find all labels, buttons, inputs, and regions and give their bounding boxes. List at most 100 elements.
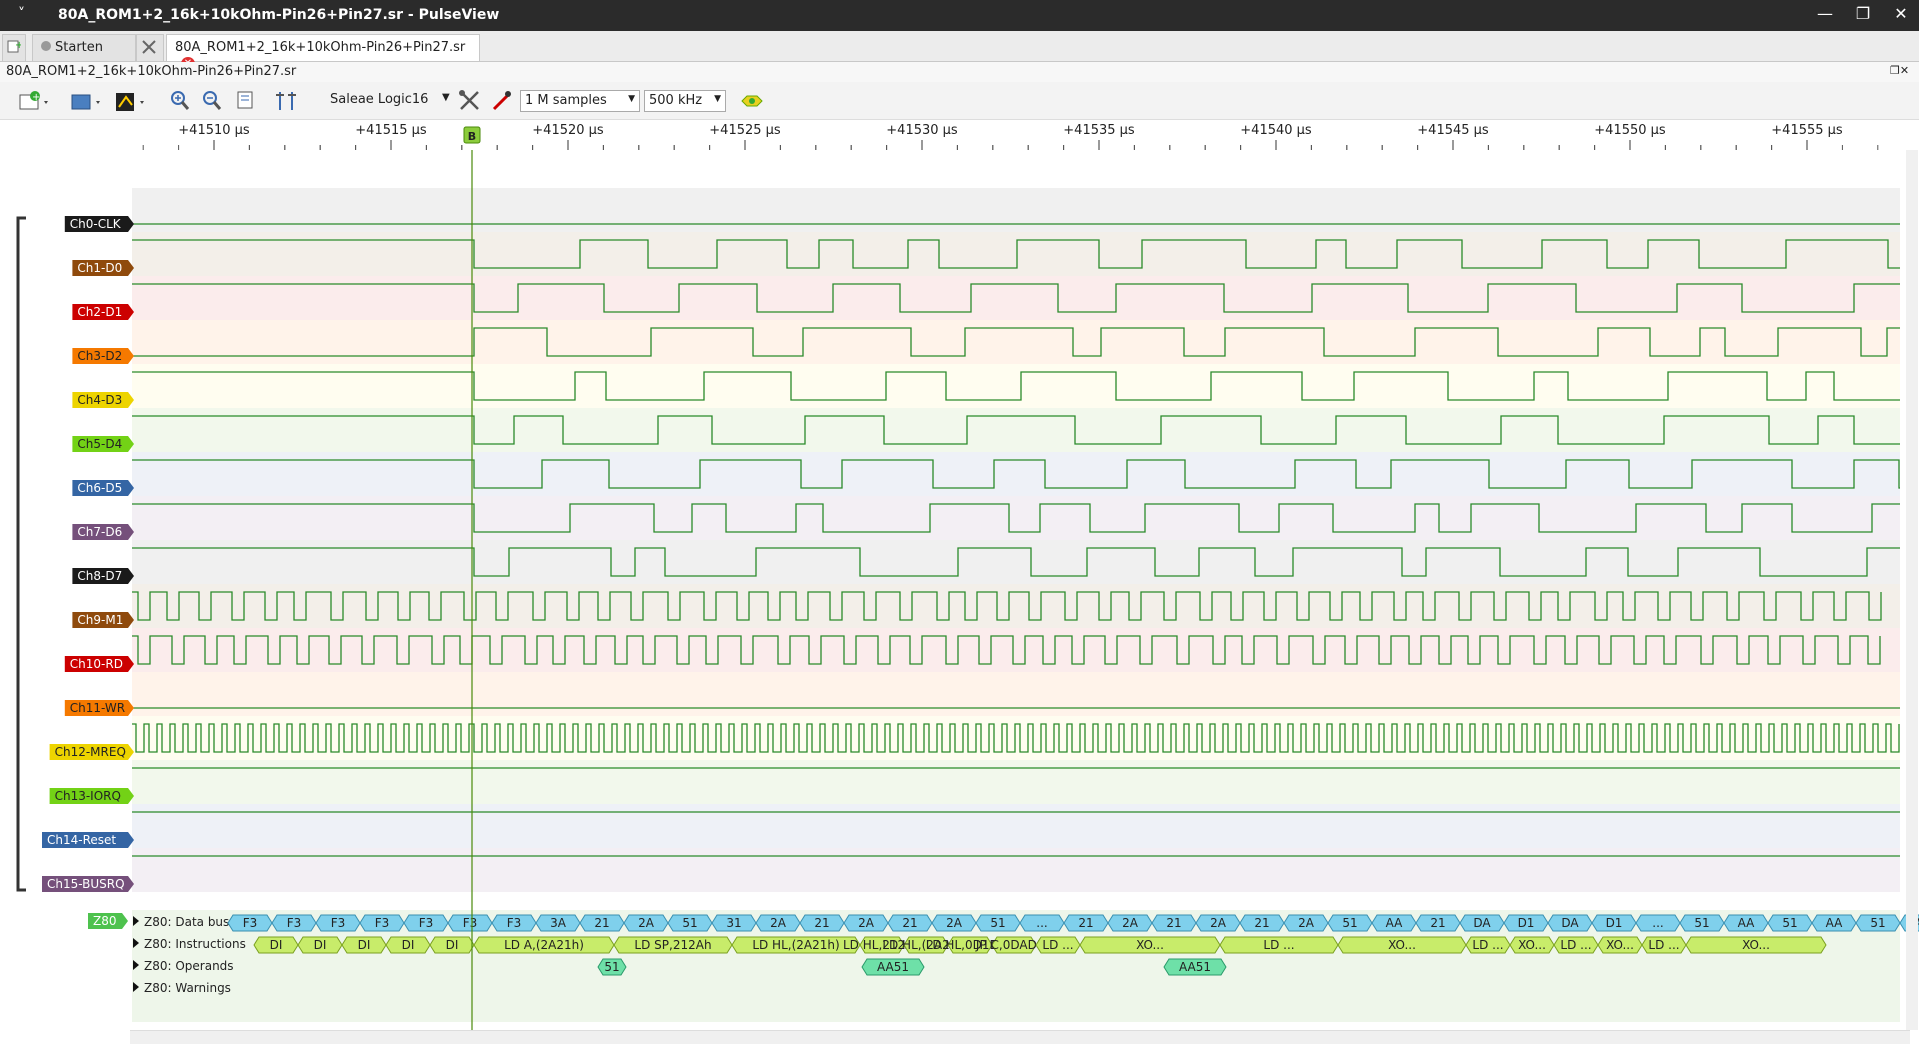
decoder-annotation[interactable]: LD HL,(2A21h)	[731, 936, 861, 954]
decoder-annotation[interactable]: 51	[597, 958, 627, 976]
decoder-annotation[interactable]: F3	[271, 914, 317, 932]
channel-label[interactable]: Ch14-Reset	[42, 832, 134, 848]
device-selector[interactable]: Saleae Logic16	[330, 92, 428, 116]
time-ruler[interactable]: +41510 µs +41515 µs +41520 µs +41525 µs +415…	[0, 120, 1919, 150]
decoder-annotation[interactable]: 21	[1151, 914, 1197, 932]
decoder-annotation[interactable]: 51	[975, 914, 1021, 932]
decoder-annotation[interactable]: XO...	[1509, 936, 1555, 954]
zoom-fit-icon[interactable]	[236, 89, 256, 113]
decoder-annotation[interactable]: F3	[403, 914, 449, 932]
horizontal-scrollbar[interactable]	[130, 1030, 1910, 1044]
new-view-icon[interactable]: +	[18, 89, 52, 113]
decoder-annotation[interactable]: 21	[887, 914, 933, 932]
decoder-annotation[interactable]: 31	[711, 914, 757, 932]
decoder-annotation[interactable]: 21	[1415, 914, 1461, 932]
decoder-annotation[interactable]: DI	[341, 936, 387, 954]
samples-select[interactable]: 1 M samples ▼	[520, 90, 640, 112]
decoder-annotation[interactable]: D1	[1503, 914, 1549, 932]
decoder-annotation[interactable]: DI	[429, 936, 475, 954]
decoder-annotation[interactable]: AA	[1811, 914, 1857, 932]
tools-icon[interactable]	[136, 34, 164, 61]
decoder-annotation[interactable]: 2A	[843, 914, 889, 932]
decoder-annotation[interactable]: LD ...	[1465, 936, 1511, 954]
decoder-annotation[interactable]: DI	[253, 936, 299, 954]
minimize-icon[interactable]: —	[1810, 4, 1840, 23]
decoder-annotation[interactable]: F3	[447, 914, 493, 932]
decoder-annotation[interactable]: AA	[1723, 914, 1769, 932]
channel-label[interactable]: Ch0-CLK	[64, 216, 134, 232]
zoom-out-icon[interactable]	[202, 89, 222, 113]
decoder-annotation[interactable]: LD ...	[1035, 936, 1081, 954]
decoder-annotation[interactable]: ...	[1635, 914, 1681, 932]
decoder-label[interactable]: Z80	[88, 913, 128, 929]
show-cursors-icon[interactable]	[274, 89, 302, 113]
channel-label[interactable]: Ch10-RD	[64, 656, 134, 672]
channel-label[interactable]: Ch1-D0	[72, 260, 134, 276]
samplerate-select[interactable]: 500 kHz ▼	[644, 90, 726, 112]
channel-label[interactable]: Ch4-D3	[72, 392, 134, 408]
vertical-scrollbar[interactable]	[1906, 150, 1918, 1030]
decoder-annotation[interactable]: DI	[297, 936, 343, 954]
channel-label[interactable]: Ch8-D7	[72, 568, 134, 584]
decoder-annotation[interactable]: 3A	[535, 914, 581, 932]
device-config-icon[interactable]	[458, 89, 482, 113]
decoder-annotation[interactable]: LD ...	[1219, 936, 1339, 954]
decoder-annotation[interactable]: AA	[1371, 914, 1417, 932]
decoder-annotation[interactable]: XO...	[1685, 936, 1827, 954]
decoder-annotation[interactable]: F3	[359, 914, 405, 932]
decoder-annotation[interactable]: XO...	[1597, 936, 1643, 954]
decoder-annotation[interactable]: AA51	[861, 958, 925, 976]
device-dropdown-icon[interactable]: ▼	[442, 92, 450, 116]
decoder-annotation[interactable]: DA	[1459, 914, 1505, 932]
channel-label[interactable]: Ch6-D5	[72, 480, 134, 496]
open-file-icon[interactable]	[70, 89, 104, 113]
new-session-icon[interactable]: +	[2, 34, 26, 61]
decoder-row-title[interactable]: Z80: Data bus	[133, 915, 229, 929]
decoder-annotation[interactable]: 51	[1855, 914, 1901, 932]
decoder-row-title[interactable]: Z80: Operands	[133, 959, 234, 973]
channel-label[interactable]: Ch12-MREQ	[49, 744, 134, 760]
decoder-add-icon[interactable]	[740, 89, 764, 113]
decoder-annotation[interactable]: LD A,(2A21h)	[473, 936, 615, 954]
channel-label[interactable]: Ch7-D6	[72, 524, 134, 540]
decoder-row-title[interactable]: Z80: Instructions	[133, 937, 246, 951]
channel-label[interactable]: Ch5-D4	[72, 436, 134, 452]
decoder-annotation[interactable]: LD ...	[1553, 936, 1599, 954]
channel-label[interactable]: Ch15-BUSRQ	[42, 876, 134, 892]
decoder-annotation[interactable]: 2A	[623, 914, 669, 932]
decoder-annotation[interactable]: 2A	[755, 914, 801, 932]
decoder-annotation[interactable]: 21	[1063, 914, 1109, 932]
decoder-annotation[interactable]: F3	[315, 914, 361, 932]
close-icon[interactable]: ✕	[1886, 4, 1916, 23]
float-icon[interactable]: ❐✕	[1890, 64, 1909, 77]
decoder-annotation[interactable]: AA51	[1163, 958, 1227, 976]
marker-b[interactable]: B	[463, 126, 481, 144]
decoder-annotation[interactable]: LD ...	[1641, 936, 1687, 954]
decoder-annotation[interactable]: 2A	[1107, 914, 1153, 932]
decoder-annotation[interactable]: 2A	[1283, 914, 1329, 932]
decoder-annotation[interactable]: 21	[1239, 914, 1285, 932]
tab-start[interactable]: Starten	[32, 34, 136, 61]
trace-area[interactable]: Ch0-CLK Ch1-D0 Ch2-D1 Ch3-D2 Ch4-D3 Ch5-D4 Ch6…	[0, 150, 1919, 1030]
decoder-annotation[interactable]: 51	[667, 914, 713, 932]
decoder-annotation[interactable]: 2A	[931, 914, 977, 932]
decoder-annotation[interactable]: DI	[385, 936, 431, 954]
decoder-annotation[interactable]: LD SP,212Ah	[613, 936, 733, 954]
decoder-annotation[interactable]: D1	[1591, 914, 1637, 932]
probe-config-icon[interactable]	[490, 89, 514, 113]
decoder-annotation[interactable]: 51	[1767, 914, 1813, 932]
channel-label[interactable]: Ch11-WR	[64, 700, 134, 716]
window-menu-icon[interactable]: ˅	[18, 6, 25, 22]
decoder-annotation[interactable]: 2A	[1195, 914, 1241, 932]
decoder-annotation[interactable]: 51	[1679, 914, 1725, 932]
decoder-annotation[interactable]: F3	[491, 914, 537, 932]
channel-label[interactable]: Ch3-D2	[72, 348, 134, 364]
channel-label[interactable]: Ch13-IORQ	[49, 788, 134, 804]
maximize-icon[interactable]: ❐	[1848, 4, 1878, 23]
decoder-annotation[interactable]: XO...	[1337, 936, 1467, 954]
decoder-annotation[interactable]: 21	[579, 914, 625, 932]
decoder-annotation[interactable]: ...	[1019, 914, 1065, 932]
decoder-annotation[interactable]: 21	[799, 914, 845, 932]
channel-label[interactable]: Ch2-D1	[72, 304, 134, 320]
zoom-in-icon[interactable]	[170, 89, 190, 113]
